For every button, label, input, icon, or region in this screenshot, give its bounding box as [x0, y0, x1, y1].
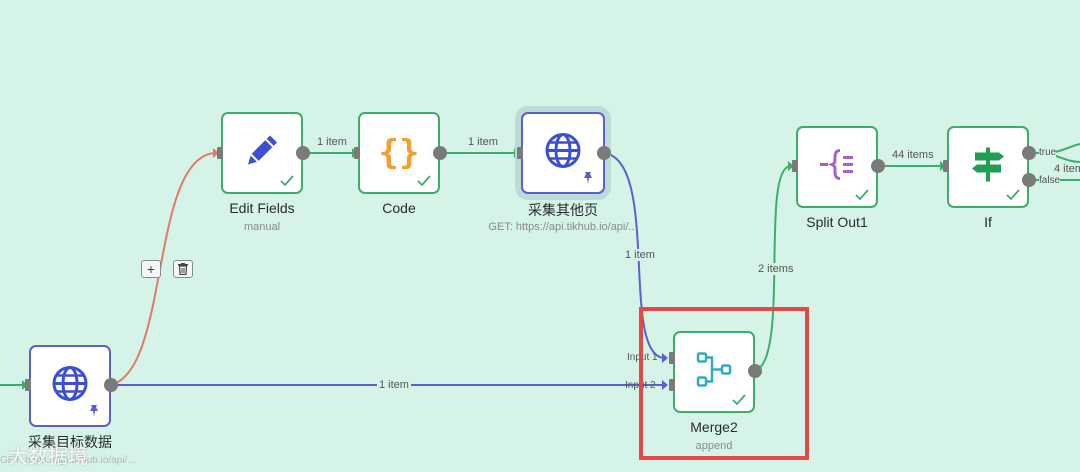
- node-title: Edit Fields: [229, 200, 295, 216]
- highlight-annotation: [639, 307, 809, 460]
- input-port[interactable]: [517, 147, 523, 159]
- split-out-icon: [818, 146, 856, 189]
- edge-label: 1 item: [315, 136, 349, 148]
- watermark: 大数据境: [8, 446, 88, 468]
- connections-layer: [0, 143, 1080, 390]
- edge-label: 4 items: [1052, 163, 1080, 175]
- node-code[interactable]: {}: [358, 112, 440, 194]
- node-title: If: [984, 214, 992, 230]
- output-label: false: [1039, 175, 1061, 186]
- output-port-false[interactable]: [1022, 173, 1036, 187]
- input-port[interactable]: [354, 147, 360, 159]
- trash-icon: [178, 263, 188, 276]
- edge-label: 1 item: [377, 379, 411, 391]
- output-port[interactable]: [597, 146, 611, 160]
- edge-label: 44 items: [890, 149, 936, 161]
- success-check-icon: [280, 175, 294, 187]
- signpost-icon: [969, 146, 1007, 189]
- output-port[interactable]: [871, 159, 885, 173]
- workflow-canvas[interactable]: Edit Fields manual {} Code 采集其他页 GET: ht…: [0, 0, 1080, 472]
- node-if[interactable]: [947, 126, 1029, 208]
- node-title: 采集其他页: [528, 202, 598, 218]
- edge-label: 2 items: [756, 263, 796, 275]
- node-split-out1[interactable]: [796, 126, 878, 208]
- pin-icon: [584, 172, 592, 184]
- node-subtitle: GET: https://api.tikhub.io/api/...: [488, 221, 638, 233]
- curly-braces-icon: {}: [378, 133, 420, 173]
- output-port[interactable]: [296, 146, 310, 160]
- globe-icon: [544, 132, 582, 175]
- edge-target-to-edit: [110, 152, 215, 386]
- success-check-icon: [417, 175, 431, 187]
- pencil-icon: [243, 132, 281, 175]
- input-port[interactable]: [25, 379, 31, 391]
- success-check-icon: [1006, 189, 1020, 201]
- output-port[interactable]: [433, 146, 447, 160]
- delete-connection-button[interactable]: [173, 260, 193, 278]
- node-scrape-target-data[interactable]: [29, 345, 111, 427]
- success-check-icon: [855, 189, 869, 201]
- node-scrape-other-page[interactable]: [521, 112, 605, 194]
- output-port[interactable]: [104, 378, 118, 392]
- pin-icon: [90, 405, 98, 417]
- node-subtitle: manual: [243, 221, 281, 233]
- globe-icon: [51, 365, 89, 408]
- node-title: Split Out1: [806, 214, 868, 230]
- add-node-button[interactable]: +: [141, 260, 161, 278]
- output-label: true: [1039, 147, 1057, 158]
- edge-label: 1 item: [623, 249, 657, 261]
- edge-label: 1 item: [466, 136, 500, 148]
- input-port[interactable]: [792, 160, 798, 172]
- node-edit-fields[interactable]: [221, 112, 303, 194]
- input-port[interactable]: [217, 147, 223, 159]
- output-port-true[interactable]: [1022, 146, 1036, 160]
- input-port[interactable]: [943, 160, 949, 172]
- node-title: Code: [382, 200, 416, 216]
